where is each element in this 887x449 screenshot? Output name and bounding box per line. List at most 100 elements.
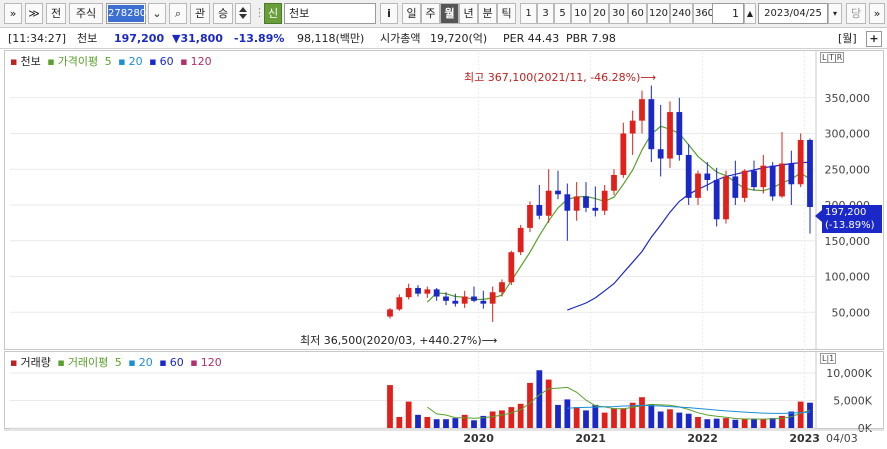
candle-body (499, 282, 505, 293)
current-price-tag-price: 197,200 (825, 207, 867, 218)
volume-bar (760, 419, 767, 428)
volume-bar (489, 411, 496, 428)
volume-y-tick-label: 5,000K (833, 395, 872, 408)
candle-body (779, 163, 785, 197)
volume-bar (807, 402, 813, 428)
volume-bar (415, 414, 421, 428)
candle-body (452, 300, 459, 304)
volume-bar (639, 397, 645, 428)
volume-bar (396, 417, 403, 428)
volume-bar (695, 417, 701, 428)
volume-bar (667, 409, 673, 428)
volume-bar (536, 370, 543, 428)
volume-bar (592, 404, 599, 428)
high-annotation-text: 최고 367,100(2021/11, -46.28%) (464, 71, 641, 84)
x-tick-label: 2022 (687, 432, 718, 445)
volume-bar (620, 408, 627, 428)
volume-bar (424, 417, 431, 428)
volume-bar (648, 404, 655, 428)
volume-y-tick-label: 0K (858, 422, 873, 435)
high-annotation: 최고 367,100(2021/11, -46.28%)⟶ (464, 71, 657, 84)
candle-body (396, 297, 403, 310)
volume-bar (769, 418, 776, 428)
candle-body (732, 176, 739, 198)
candle-body (723, 176, 729, 220)
candle-body (583, 196, 589, 208)
candle-body (676, 112, 683, 155)
volume-bar (751, 419, 757, 428)
volume-y-tick-label: 10,000K (826, 367, 872, 380)
candle-body (685, 154, 692, 198)
price-tag-pointer-icon (815, 210, 822, 222)
candle-body (592, 207, 599, 211)
candle-body (527, 205, 533, 228)
candle-body (573, 196, 580, 211)
candle-body (564, 194, 571, 211)
price-y-tick-label: 350,000 (825, 92, 871, 105)
volume-bar (461, 414, 468, 428)
x-tick-label: 2020 (463, 432, 494, 445)
volume-bar (713, 418, 720, 428)
candle-body (797, 139, 804, 185)
current-price-tag: 197,200 (-13.89%) (822, 205, 882, 233)
candle-body (405, 287, 412, 298)
candle-body (461, 296, 468, 304)
stock-chart[interactable]: 50,000100,000150,000200,000250,000300,00… (0, 0, 887, 449)
x-tick-label: 2021 (575, 432, 606, 445)
volume-bar (564, 399, 571, 428)
volume-bar (443, 419, 449, 428)
candle-body (480, 300, 487, 304)
volume-bar (797, 401, 804, 428)
candle-body (751, 170, 757, 188)
candle-body (424, 289, 431, 294)
candle-body (741, 170, 748, 198)
candle-body (555, 190, 561, 195)
price-y-tick-label: 250,000 (825, 163, 871, 176)
volume-bar (685, 413, 692, 428)
volume-ma-line (427, 386, 811, 420)
candle-body (807, 139, 813, 208)
volume-bar (545, 379, 552, 428)
volume-bar (611, 408, 617, 428)
volume-bar (471, 420, 477, 428)
volume-bar (433, 419, 440, 428)
candle-body (695, 173, 701, 198)
volume-bar (583, 410, 589, 428)
price-y-tick-label: 50,000 (832, 306, 871, 319)
candle-body (471, 296, 477, 301)
candle-body (629, 120, 636, 134)
volume-bar (723, 418, 729, 428)
low-annotation-text: 최저 36,500(2020/03, +440.27%) (300, 334, 482, 347)
volume-bar (387, 385, 393, 428)
candle-body (657, 149, 664, 159)
price-y-tick-label: 300,000 (825, 128, 871, 141)
candle-body (667, 112, 673, 159)
volume-bar (517, 403, 524, 428)
volume-bar (405, 401, 412, 428)
candle-body (536, 205, 543, 216)
volume-bar (573, 407, 580, 428)
volume-bar (676, 412, 683, 428)
candle-body (769, 165, 776, 197)
candle-body (443, 296, 449, 301)
candle-body (601, 190, 608, 211)
candle-body (508, 252, 515, 283)
volume-bar (788, 411, 795, 428)
candle-body (620, 133, 627, 175)
candle-body (639, 99, 645, 121)
volume-bar (741, 419, 748, 428)
x-tick-label: 2023 (789, 432, 820, 445)
candle-body (517, 227, 524, 253)
volume-bar (601, 412, 608, 428)
low-annotation: 최저 36,500(2020/03, +440.27%)⟶ (300, 334, 498, 347)
volume-bar (704, 419, 711, 428)
candle-body (415, 287, 421, 294)
volume-bar (555, 404, 561, 428)
candle-body (648, 99, 655, 150)
volume-bar (508, 407, 515, 428)
volume-bar (499, 410, 505, 428)
candle-body (788, 163, 795, 185)
current-price-tag-pct: (-13.89%) (825, 220, 875, 231)
volume-bar (732, 419, 739, 428)
candle-body (611, 174, 617, 191)
